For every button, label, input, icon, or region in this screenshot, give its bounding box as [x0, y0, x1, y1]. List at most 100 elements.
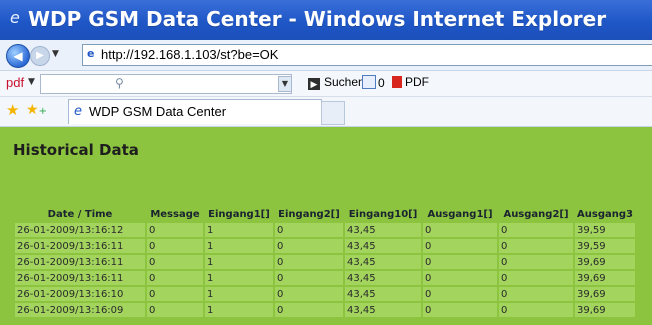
table-cell: 43,45 [345, 303, 421, 317]
table-cell: 0 [423, 303, 497, 317]
table-cell: 0 [275, 223, 343, 237]
search-dropdown-button[interactable]: ▼ [278, 76, 292, 92]
pdf-search-input[interactable]: ⚲ [40, 74, 292, 94]
table-cell: 26-01-2009/13:16:10 [15, 287, 145, 301]
browser-window: e WDP GSM Data Center - Windows Internet… [0, 0, 652, 325]
table-cell: 1 [205, 239, 273, 253]
pdf-icon [392, 76, 402, 88]
ie-logo-icon: e [10, 8, 20, 27]
pdf-button[interactable]: PDF [392, 75, 429, 89]
table-cell: 0 [275, 255, 343, 269]
table-row: 26-01-2009/13:16:10 0 1 0 43,45 0 0 39,6… [15, 287, 635, 301]
table-cell: 0 [147, 223, 203, 237]
pdf-toolbar-label[interactable]: pdf [6, 75, 24, 90]
suchen-button[interactable]: ▶ Suchen [308, 75, 365, 90]
table-cell: 0 [423, 239, 497, 253]
address-toolbar: ◀ ▶ ▼ e http://192.168.1.103/st?be=OK [0, 40, 652, 71]
table-cell: 0 [499, 255, 573, 269]
add-favorite-icon[interactable]: ★+ [26, 102, 47, 120]
table-cell: 39,69 [575, 287, 635, 301]
table-cell: 0 [147, 287, 203, 301]
pdf-toolbar: pdf ▼ ⚲ ▼ ▶ Suchen 0 PDF [0, 71, 652, 97]
address-url: http://192.168.1.103/st?be=OK [101, 47, 279, 62]
search-icon: ⚲ [115, 76, 124, 90]
table-cell: 1 [205, 255, 273, 269]
historical-data-table: Date / Time Message Eingang1[] Eingang2[… [13, 205, 637, 319]
table-row: 26-01-2009/13:16:11 0 1 0 43,45 0 0 39,6… [15, 255, 635, 269]
table-cell: 0 [275, 271, 343, 285]
table-cell: 0 [423, 223, 497, 237]
header-ausgang2: Ausgang2[] [503, 208, 569, 220]
table-cell: 43,45 [345, 271, 421, 285]
historical-data-table-container[interactable]: Date / Time Message Eingang1[] Eingang2[… [13, 205, 652, 325]
table-cell: 0 [423, 271, 497, 285]
title-bar: e WDP GSM Data Center - Windows Internet… [0, 0, 652, 40]
header-eingang2: Eingang2[] [278, 208, 340, 220]
table-cell: 39,59 [575, 239, 635, 253]
header-message: Message [150, 208, 200, 220]
table-row: 26-01-2009/13:16:11 0 1 0 43,45 0 0 39,6… [15, 271, 635, 285]
favorites-tab-bar: ★ ★+ e WDP GSM Data Center [0, 97, 652, 127]
table-cell: 39,69 [575, 255, 635, 269]
header-eingang10: Eingang10[] [348, 208, 418, 220]
back-button[interactable]: ◀ [6, 44, 30, 68]
pdf-button-label: PDF [405, 75, 429, 89]
page-icon: e [87, 47, 95, 60]
table-cell: 39,69 [575, 271, 635, 285]
table-cell: 0 [423, 255, 497, 269]
table-cell: 43,45 [345, 255, 421, 269]
forward-button[interactable]: ▶ [30, 46, 50, 66]
table-header-row: Date / Time Message Eingang1[] Eingang2[… [15, 207, 635, 221]
table-cell: 0 [147, 271, 203, 285]
table-cell: 0 [275, 239, 343, 253]
table-cell: 39,69 [575, 303, 635, 317]
tab-wdp-gsm-data-center[interactable]: e WDP GSM Data Center [68, 99, 322, 124]
highlight-count-label: 0 [378, 76, 385, 90]
table-cell: 0 [147, 239, 203, 253]
highlight-icon [362, 75, 376, 89]
pdf-dropdown-icon[interactable]: ▼ [28, 77, 35, 87]
table-cell: 0 [499, 239, 573, 253]
ie-page-icon: e [74, 104, 82, 119]
tab-label: WDP GSM Data Center [89, 104, 227, 119]
table-cell: 0 [499, 303, 573, 317]
table-row: 26-01-2009/13:16:11 0 1 0 43,45 0 0 39,5… [15, 239, 635, 253]
table-row: 26-01-2009/13:16:09 0 1 0 43,45 0 0 39,6… [15, 303, 635, 317]
table-cell: 0 [499, 271, 573, 285]
table-cell: 39,59 [575, 223, 635, 237]
suchen-label: Suchen [324, 75, 365, 89]
address-field[interactable]: e http://192.168.1.103/st?be=OK [82, 44, 652, 66]
table-cell: 26-01-2009/13:16:12 [15, 223, 145, 237]
table-cell: 26-01-2009/13:16:09 [15, 303, 145, 317]
history-dropdown-icon[interactable]: ▼ [52, 48, 60, 60]
page-content: Historical Data Date / Time Message Eing… [0, 127, 652, 325]
header-ausgang1: Ausgang1[] [427, 208, 493, 220]
table-cell: 26-01-2009/13:16:11 [15, 271, 145, 285]
highlight-count-button[interactable]: 0 [362, 75, 385, 90]
table-cell: 0 [499, 287, 573, 301]
table-cell: 26-01-2009/13:16:11 [15, 255, 145, 269]
table-cell: 43,45 [345, 239, 421, 253]
favorites-star-icon[interactable]: ★ [6, 102, 19, 118]
header-date-time: Date / Time [47, 208, 113, 220]
table-cell: 43,45 [345, 287, 421, 301]
table-cell: 0 [147, 303, 203, 317]
table-cell: 26-01-2009/13:16:11 [15, 239, 145, 253]
table-cell: 43,45 [345, 223, 421, 237]
page-heading: Historical Data [13, 141, 139, 159]
table-cell: 1 [205, 223, 273, 237]
table-cell: 1 [205, 287, 273, 301]
table-cell: 1 [205, 271, 273, 285]
header-ausgang3: Ausgang3 [577, 208, 633, 220]
table-row: 26-01-2009/13:16:12 0 1 0 43,45 0 0 39,5… [15, 223, 635, 237]
table-cell: 0 [275, 287, 343, 301]
table-cell: 0 [275, 303, 343, 317]
window-title: WDP GSM Data Center - Windows Internet E… [28, 7, 607, 31]
new-tab-button[interactable] [321, 101, 345, 125]
table-cell: 0 [423, 287, 497, 301]
table-cell: 0 [499, 223, 573, 237]
table-cell: 0 [147, 255, 203, 269]
table-cell: 1 [205, 303, 273, 317]
arrow-right-icon: ▶ [308, 78, 320, 90]
header-eingang1: Eingang1[] [208, 208, 270, 220]
